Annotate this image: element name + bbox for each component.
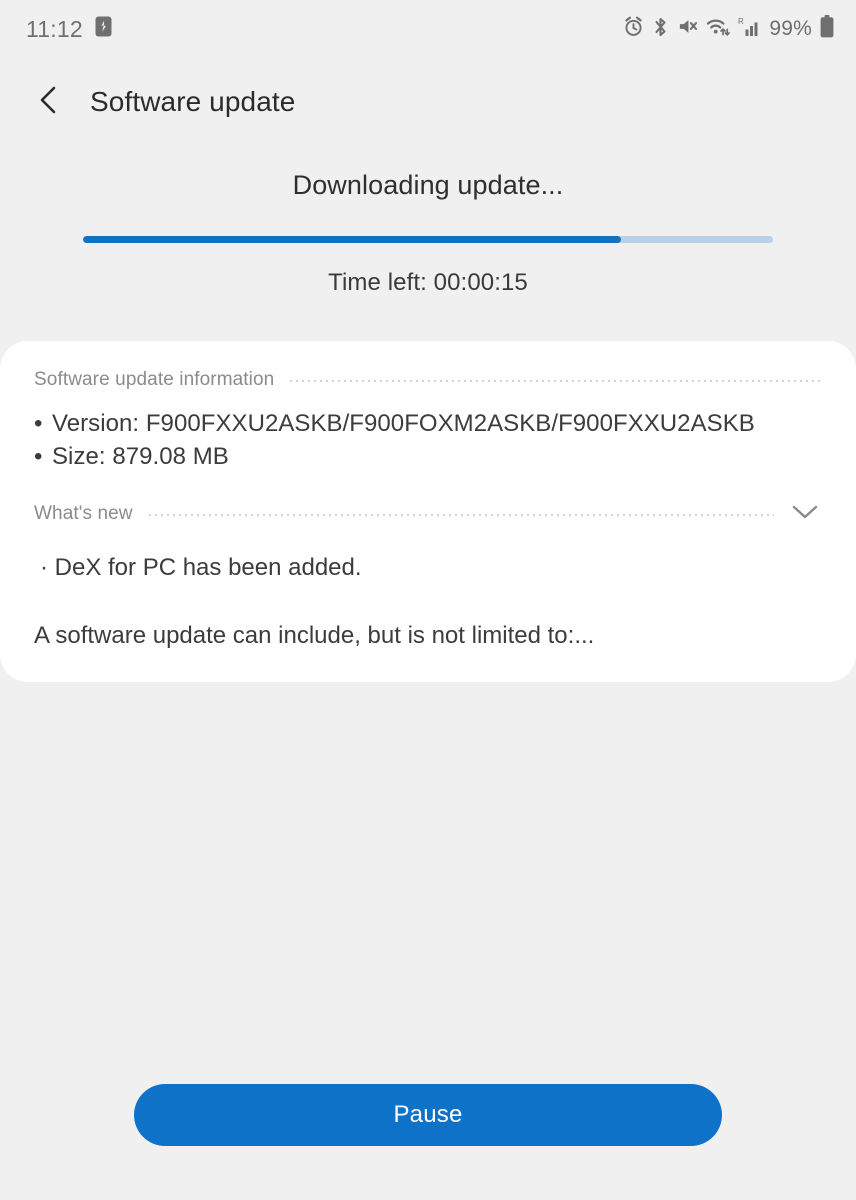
pause-button[interactable]: Pause (134, 1084, 722, 1146)
software-update-screen: 11:12 R 99% Software update Downloading … (0, 0, 856, 1200)
software-update-info-card: Software update information • Version: F… (0, 341, 856, 682)
whats-new-label: What's new (34, 503, 133, 524)
status-bar-right-icons: R 99% (623, 15, 834, 43)
battery-percentage-label: 99% (769, 17, 812, 40)
status-bar: 11:12 R 99% (0, 0, 856, 58)
status-bar-clock: 11:12 (26, 15, 83, 42)
sd-card-icon (95, 16, 112, 42)
bottom-action-bar: Pause (0, 1030, 856, 1200)
alarm-icon (623, 16, 644, 42)
update-information-header: Software update information (34, 363, 822, 397)
svg-text:R: R (738, 17, 744, 26)
update-information-label: Software update information (34, 369, 275, 390)
download-status-text: Downloading update... (292, 170, 564, 200)
size-value: Size: 879.08 MB (52, 443, 229, 470)
wifi-icon (706, 16, 731, 42)
list-item: • Version: F900FXXU2ASKB/F900FOXM2ASKB/F… (34, 407, 822, 440)
list-item: • Size: 879.08 MB (34, 440, 822, 473)
whats-new-content: · DeX for PC has been added. A software … (34, 551, 822, 652)
cellular-signal-roaming-icon: R (738, 16, 760, 43)
download-progress-section: Downloading update... Time left: 00:00:1… (0, 170, 856, 297)
volume-mute-icon (677, 16, 698, 42)
page-header: Software update (0, 58, 856, 146)
whats-new-note: A software update can include, but is no… (34, 622, 595, 649)
version-value: Version: F900FXXU2ASKB/F900FOXM2ASKB/F90… (52, 410, 755, 437)
download-progress-bar (83, 236, 773, 243)
back-button[interactable] (26, 80, 70, 124)
page-title: Software update (90, 86, 296, 117)
status-bar-left-icons (95, 16, 112, 42)
bullet-marker: • (34, 443, 43, 470)
chevron-down-icon (791, 503, 819, 526)
bluetooth-icon (652, 16, 669, 43)
download-progress-fill (83, 236, 622, 243)
dotted-divider (146, 514, 774, 516)
bullet-marker: • (34, 410, 43, 437)
update-information-list: • Version: F900FXXU2ASKB/F900FOXM2ASKB/F… (34, 407, 822, 473)
whats-new-expand-button[interactable] (788, 497, 822, 531)
whats-new-item: · DeX for PC has been added. (40, 554, 362, 581)
chevron-left-icon (35, 85, 61, 120)
download-time-left: Time left: 00:00:15 (328, 269, 528, 296)
whats-new-header[interactable]: What's new (34, 497, 822, 531)
battery-full-icon (820, 15, 834, 43)
dotted-divider (288, 380, 822, 382)
